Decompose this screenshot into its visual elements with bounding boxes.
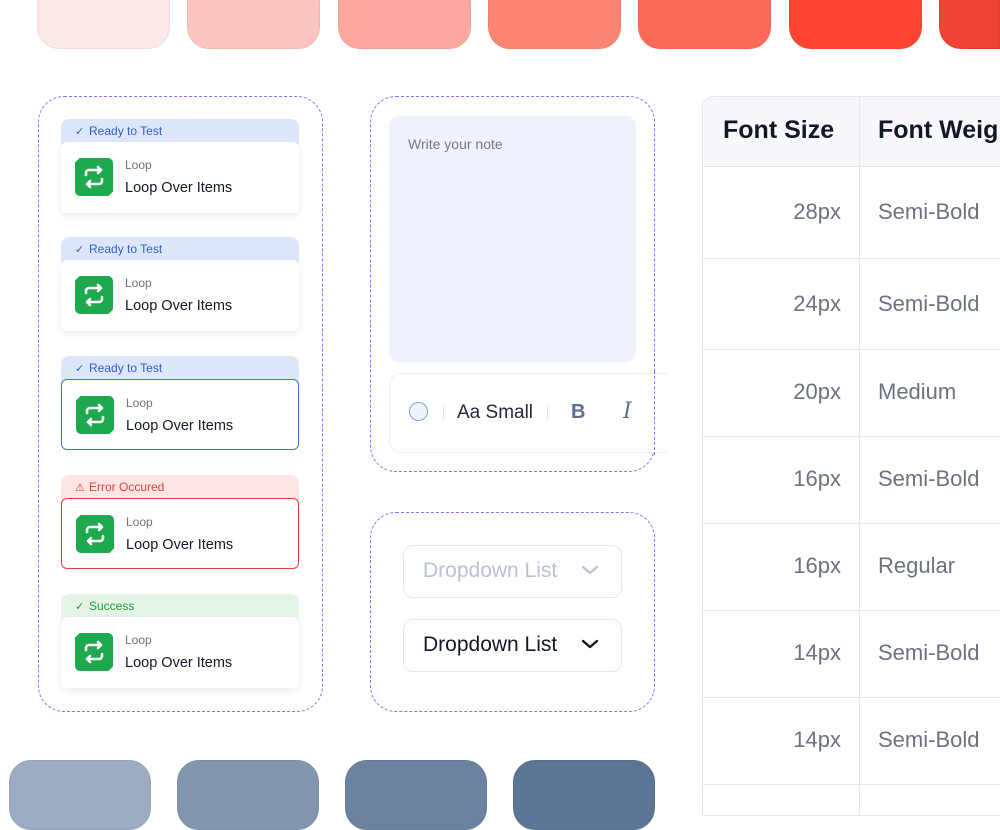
color-swatch[interactable] bbox=[9, 760, 151, 830]
color-swatch[interactable] bbox=[488, 0, 621, 49]
loop-icon bbox=[76, 515, 114, 553]
table-row: 20px Medium bbox=[703, 349, 1000, 437]
table-row: 14px Semi-Bold bbox=[703, 697, 1000, 785]
bold-button[interactable]: B bbox=[571, 401, 585, 424]
status-text: Ready to Test bbox=[89, 124, 163, 138]
cell-font-weight: Semi-Bold bbox=[878, 727, 980, 752]
node-card[interactable]: Loop Loop Over Items bbox=[61, 379, 299, 450]
warning-icon: ⚠ bbox=[75, 482, 85, 494]
node-title: Loop Over Items bbox=[125, 655, 233, 671]
dropdown-disabled: Dropdown List bbox=[403, 545, 622, 598]
table-row: 24px Semi-Bold bbox=[703, 258, 1000, 350]
loop-icon bbox=[76, 396, 114, 434]
note-placeholder: Write your note bbox=[408, 136, 503, 152]
node-title: Loop Over Items bbox=[126, 537, 234, 553]
check-icon: ✓ bbox=[75, 244, 85, 256]
node-card[interactable]: Loop Loop Over Items bbox=[61, 498, 299, 569]
node-title: Loop Over Items bbox=[126, 418, 234, 434]
toolbar-divider bbox=[547, 406, 548, 420]
cell-font-size: 24px bbox=[793, 291, 841, 316]
note-toolbar: Aa Small B I bbox=[389, 373, 679, 453]
color-swatch[interactable] bbox=[638, 0, 771, 49]
cell-font-weight: Semi-Bold bbox=[878, 640, 980, 665]
cell-font-size: 28px bbox=[793, 199, 841, 224]
italic-button[interactable]: I bbox=[623, 399, 632, 424]
color-swatch[interactable] bbox=[939, 0, 1000, 49]
check-icon: ✓ bbox=[75, 126, 85, 138]
cell-font-size: 14px bbox=[793, 640, 841, 665]
node-type-label: Loop bbox=[125, 158, 152, 172]
node-card[interactable]: Loop Loop Over Items bbox=[61, 617, 299, 688]
table-row: 16px Regular bbox=[703, 523, 1000, 611]
color-swatch[interactable] bbox=[513, 760, 655, 830]
note-textarea[interactable]: Write your note bbox=[389, 116, 636, 362]
dropdown-group bbox=[370, 512, 655, 712]
node-type-label: Loop bbox=[125, 633, 152, 647]
chevron-down-icon bbox=[581, 565, 599, 575]
color-radio[interactable] bbox=[409, 402, 428, 421]
toolbar-clip-border bbox=[653, 371, 655, 455]
color-swatch[interactable] bbox=[345, 760, 487, 830]
loop-icon bbox=[75, 158, 113, 196]
status-text: Error Occured bbox=[89, 480, 165, 494]
table-header: Font Size Font Weight bbox=[703, 97, 1000, 167]
node-card[interactable]: Loop Loop Over Items bbox=[61, 260, 299, 331]
status-text: Ready to Test bbox=[89, 242, 163, 256]
table-row: 28px Semi-Bold bbox=[703, 166, 1000, 259]
column-header-size: Font Size bbox=[723, 116, 835, 144]
table-row: 14px Semi-Bold bbox=[703, 610, 1000, 698]
toolbar-clip bbox=[668, 370, 701, 460]
node-title: Loop Over Items bbox=[125, 298, 233, 314]
status-text: Success bbox=[89, 599, 135, 613]
cell-font-size: 16px bbox=[793, 553, 841, 578]
color-swatch[interactable] bbox=[338, 0, 471, 49]
table-row: 16px Semi-Bold bbox=[703, 436, 1000, 524]
check-icon: ✓ bbox=[75, 363, 85, 375]
cell-font-size: 14px bbox=[793, 727, 841, 752]
cell-font-size: 20px bbox=[793, 379, 841, 404]
dropdown-label: Dropdown List bbox=[423, 633, 558, 656]
color-swatch[interactable] bbox=[789, 0, 922, 49]
text-size-selector[interactable]: Aa Small bbox=[457, 402, 533, 424]
cell-font-weight: Semi-Bold bbox=[878, 466, 980, 491]
column-header-weight: Font Weight bbox=[878, 116, 1000, 144]
cell-font-size: 16px bbox=[793, 466, 841, 491]
node-card[interactable]: Loop Loop Over Items bbox=[61, 142, 299, 213]
cell-font-weight: Regular bbox=[878, 553, 956, 578]
node-type-label: Loop bbox=[126, 515, 153, 529]
chevron-down-icon bbox=[581, 639, 599, 649]
color-swatch[interactable] bbox=[37, 0, 170, 49]
status-text: Ready to Test bbox=[89, 361, 163, 375]
node-type-label: Loop bbox=[126, 396, 153, 410]
color-swatch[interactable] bbox=[187, 0, 320, 49]
loop-icon bbox=[75, 276, 113, 314]
toolbar-divider bbox=[443, 406, 444, 420]
node-title: Loop Over Items bbox=[125, 180, 233, 196]
cell-font-weight: Medium bbox=[878, 379, 957, 404]
dropdown-enabled[interactable]: Dropdown List bbox=[403, 619, 622, 672]
loop-icon bbox=[75, 633, 113, 671]
typography-table: Font Size Font Weight 28px Semi-Bold 24p… bbox=[702, 96, 1000, 816]
check-icon: ✓ bbox=[75, 601, 85, 613]
cell-font-weight: Semi-Bold bbox=[878, 291, 980, 316]
dropdown-label: Dropdown List bbox=[423, 559, 558, 582]
cell-font-weight: Semi-Bold bbox=[878, 199, 980, 224]
color-swatch[interactable] bbox=[177, 760, 319, 830]
node-type-label: Loop bbox=[125, 276, 152, 290]
